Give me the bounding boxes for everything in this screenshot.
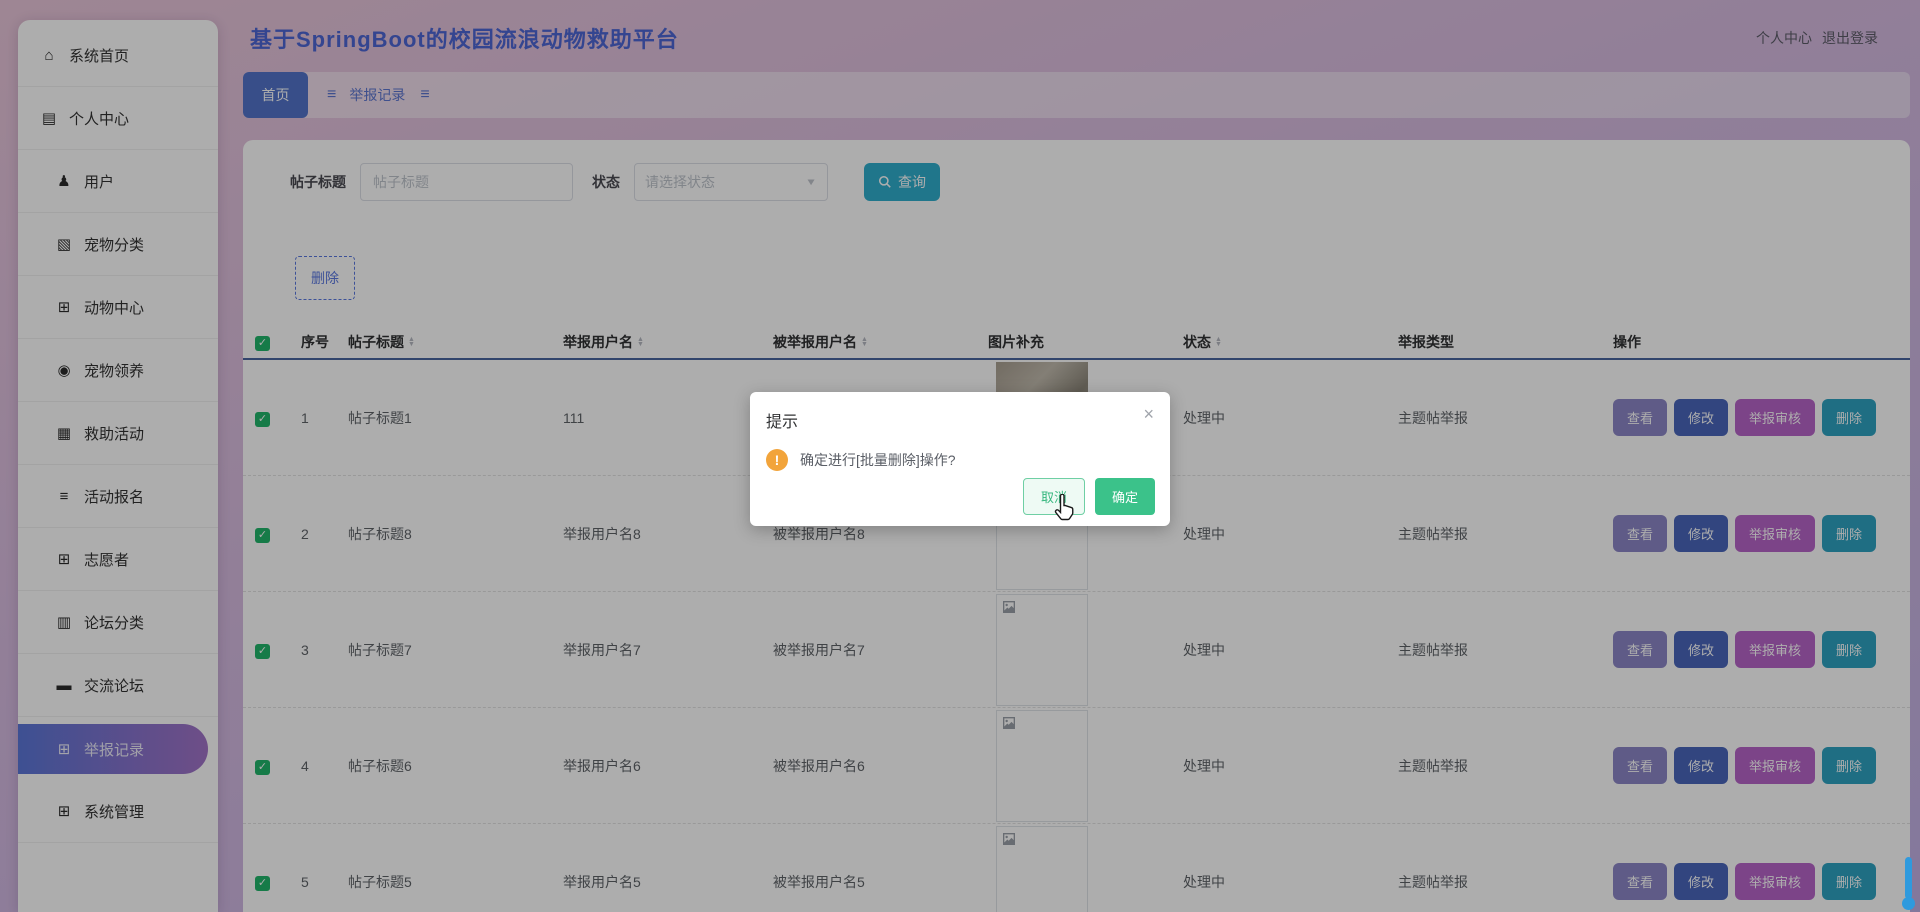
close-icon[interactable]: × xyxy=(1143,404,1154,425)
mouse-cursor-icon xyxy=(1050,494,1078,524)
dialog-title: 提示 xyxy=(766,408,1154,432)
confirm-dialog: 提示 × ! 确定进行[批量删除]操作? 取消 确定 xyxy=(750,392,1170,526)
confirm-button[interactable]: 确定 xyxy=(1095,478,1155,515)
warning-icon: ! xyxy=(766,449,788,471)
dialog-message: 确定进行[批量删除]操作? xyxy=(800,450,956,470)
scrollbar-thumb[interactable] xyxy=(1905,857,1912,899)
